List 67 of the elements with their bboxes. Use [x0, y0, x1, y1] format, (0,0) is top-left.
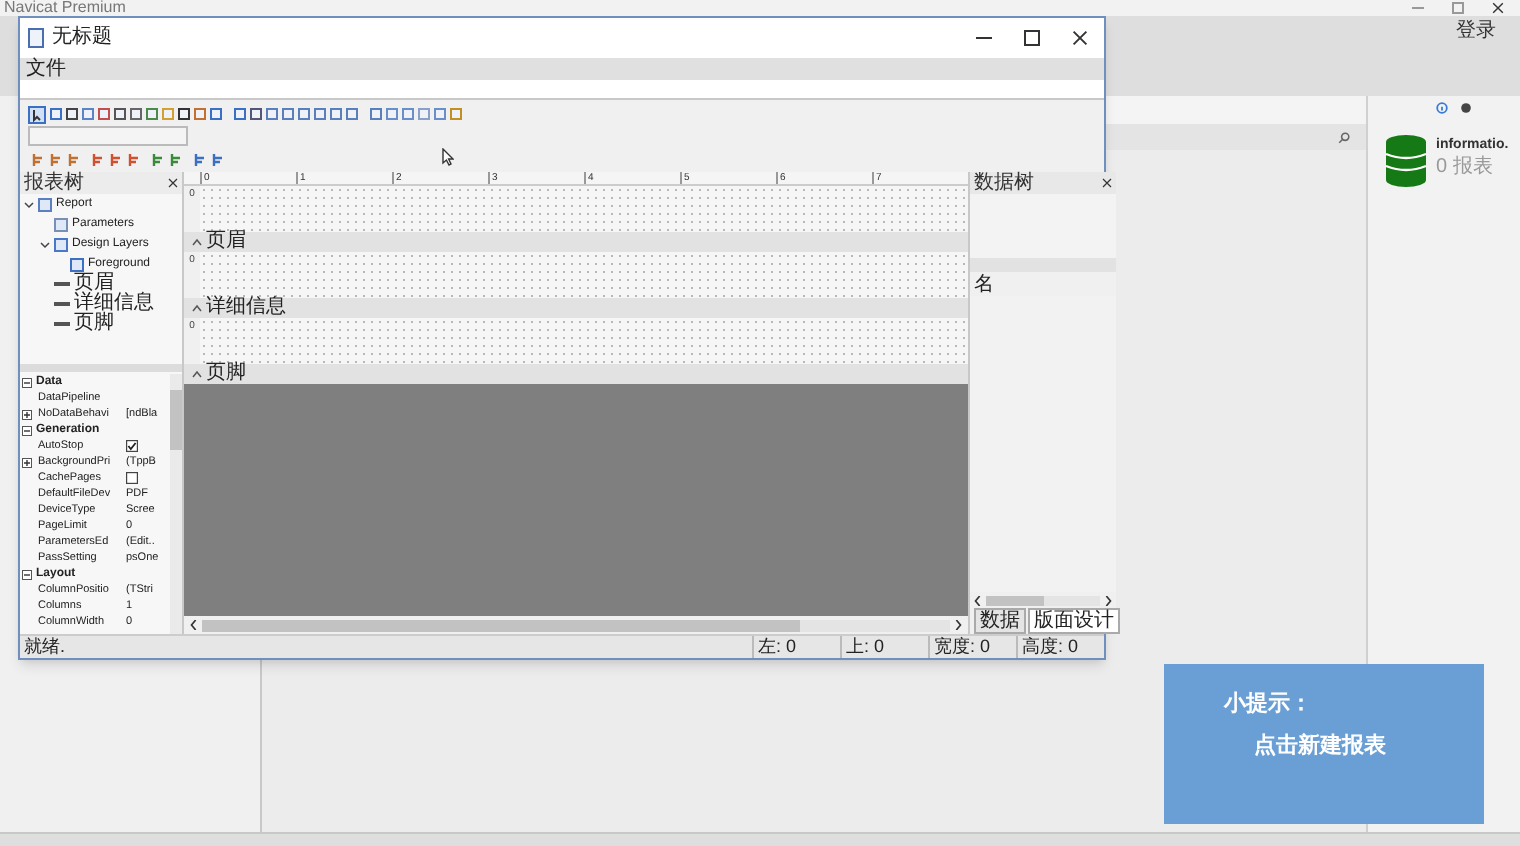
mouse-cursor-icon — [442, 148, 454, 166]
align-icon[interactable] — [128, 154, 140, 166]
close-icon[interactable] — [168, 178, 178, 188]
checkbox[interactable] — [126, 440, 138, 452]
search-icon — [1338, 131, 1350, 143]
tree-item[interactable]: 页脚 — [74, 314, 114, 334]
scroll-left-icon[interactable] — [190, 620, 198, 630]
band-label: 页眉 — [206, 232, 246, 252]
expand-box-icon[interactable] — [22, 457, 32, 467]
align-icon[interactable] — [212, 154, 224, 166]
scroll-right-icon[interactable] — [1104, 595, 1112, 605]
caret-up-icon — [192, 370, 202, 378]
align-icon[interactable] — [68, 154, 80, 166]
tree-item[interactable]: 页眉 — [74, 274, 114, 294]
band-header[interactable]: 详细信息 — [184, 298, 968, 318]
caret-up-icon — [192, 238, 202, 246]
close-icon[interactable] — [1102, 178, 1112, 188]
close-icon[interactable] — [1492, 2, 1504, 14]
panel-title: 数据树 — [974, 172, 1034, 194]
collapse-box-icon[interactable] — [22, 569, 32, 579]
login-link[interactable]: 登录 — [1456, 20, 1496, 44]
document-icon — [28, 28, 46, 48]
align-icon[interactable] — [50, 154, 62, 166]
align-icon[interactable] — [92, 154, 104, 166]
collapse-box-icon[interactable] — [22, 425, 32, 435]
menu-item[interactable]: 文件 — [26, 58, 66, 80]
maximize-icon[interactable] — [1024, 30, 1040, 46]
database-icon — [1384, 134, 1428, 188]
expand-box-icon[interactable] — [22, 409, 32, 419]
band-label: 详细信息 — [206, 298, 286, 318]
hint-title: 小提示： — [1224, 692, 1314, 718]
app-title: Navicat Premium — [2, 0, 126, 16]
expand-caret-icon[interactable] — [40, 239, 50, 249]
expand-caret-icon[interactable] — [24, 199, 34, 209]
window-title: 无标题 — [52, 26, 112, 50]
status-text: 就绪. — [22, 636, 68, 658]
panel-tab[interactable]: 版面设计 — [1028, 608, 1120, 634]
status-text: 左: 0 — [752, 636, 840, 658]
align-icon[interactable] — [170, 154, 182, 166]
minimize-icon[interactable] — [976, 36, 992, 40]
horizontal-scrollbar[interactable] — [970, 592, 1116, 608]
panel-title: 报表树 — [24, 172, 84, 194]
scroll-right-icon[interactable] — [954, 620, 962, 630]
scroll-left-icon[interactable] — [974, 595, 982, 605]
align-icon[interactable] — [152, 154, 164, 166]
tree-item[interactable]: 详细信息 — [74, 294, 154, 314]
vertical-scrollbar[interactable] — [170, 374, 182, 634]
status-text: 宽度: 0 — [928, 636, 1016, 658]
caret-up-icon — [192, 304, 202, 312]
column-header: 名 — [974, 273, 994, 295]
status-text: 高度: 0 — [1016, 636, 1104, 658]
band-header[interactable]: 页眉 — [184, 232, 968, 252]
status-text: 上: 0 — [840, 636, 928, 658]
align-icon[interactable] — [110, 154, 122, 166]
panel-tab[interactable]: 数据 — [974, 608, 1026, 634]
checkbox[interactable] — [126, 472, 138, 484]
pointer-tool-icon[interactable] — [28, 105, 46, 123]
band-header[interactable]: 页脚 — [184, 364, 968, 384]
hint-text: 点击新建报表 — [1252, 734, 1388, 760]
horizontal-scrollbar[interactable] — [184, 616, 968, 634]
info-icon[interactable] — [1436, 102, 1448, 114]
close-icon[interactable] — [1072, 30, 1088, 46]
band-label: 页脚 — [206, 364, 246, 384]
align-icon[interactable] — [194, 154, 206, 166]
align-icon[interactable] — [32, 154, 44, 166]
collapse-box-icon[interactable] — [22, 377, 32, 387]
object-count: 0 报表 — [1436, 156, 1495, 180]
